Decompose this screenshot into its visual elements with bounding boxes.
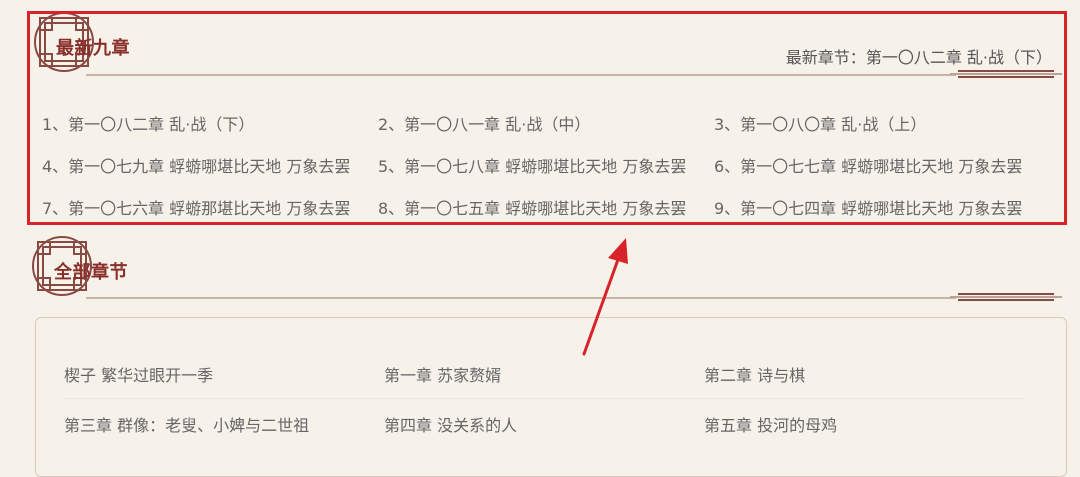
- all-chapters-row: 第三章 群像：老叟、小婢与二世祖 第四章 没关系的人 第五章 投河的母鸡: [64, 412, 1024, 442]
- chapter-link[interactable]: 第五章 投河的母鸡: [704, 412, 1024, 442]
- all-chapters-box: 楔子 繁华过眼开一季 第一章 苏家赘婿 第二章 诗与棋 第三章 群像：老叟、小婢…: [35, 317, 1067, 477]
- chapter-link[interactable]: 第二章 诗与棋: [704, 362, 1024, 398]
- header-rule-ornament: [950, 293, 1062, 301]
- highlight-box: [27, 11, 1067, 225]
- annotation-arrow-icon: [582, 238, 628, 356]
- chapter-link[interactable]: 第三章 群像：老叟、小婢与二世祖: [64, 412, 384, 442]
- chapter-link[interactable]: 第一章 苏家赘婿: [384, 362, 704, 398]
- header-rule: [86, 297, 956, 299]
- chapter-link[interactable]: 第四章 没关系的人: [384, 412, 704, 442]
- chapter-link[interactable]: 楔子 繁华过眼开一季: [64, 362, 384, 398]
- all-chapters-row: 楔子 繁华过眼开一季 第一章 苏家赘婿 第二章 诗与棋: [64, 362, 1024, 399]
- all-section-header: 全部章节: [0, 234, 1080, 301]
- section-title-all: 全部章节: [54, 262, 128, 283]
